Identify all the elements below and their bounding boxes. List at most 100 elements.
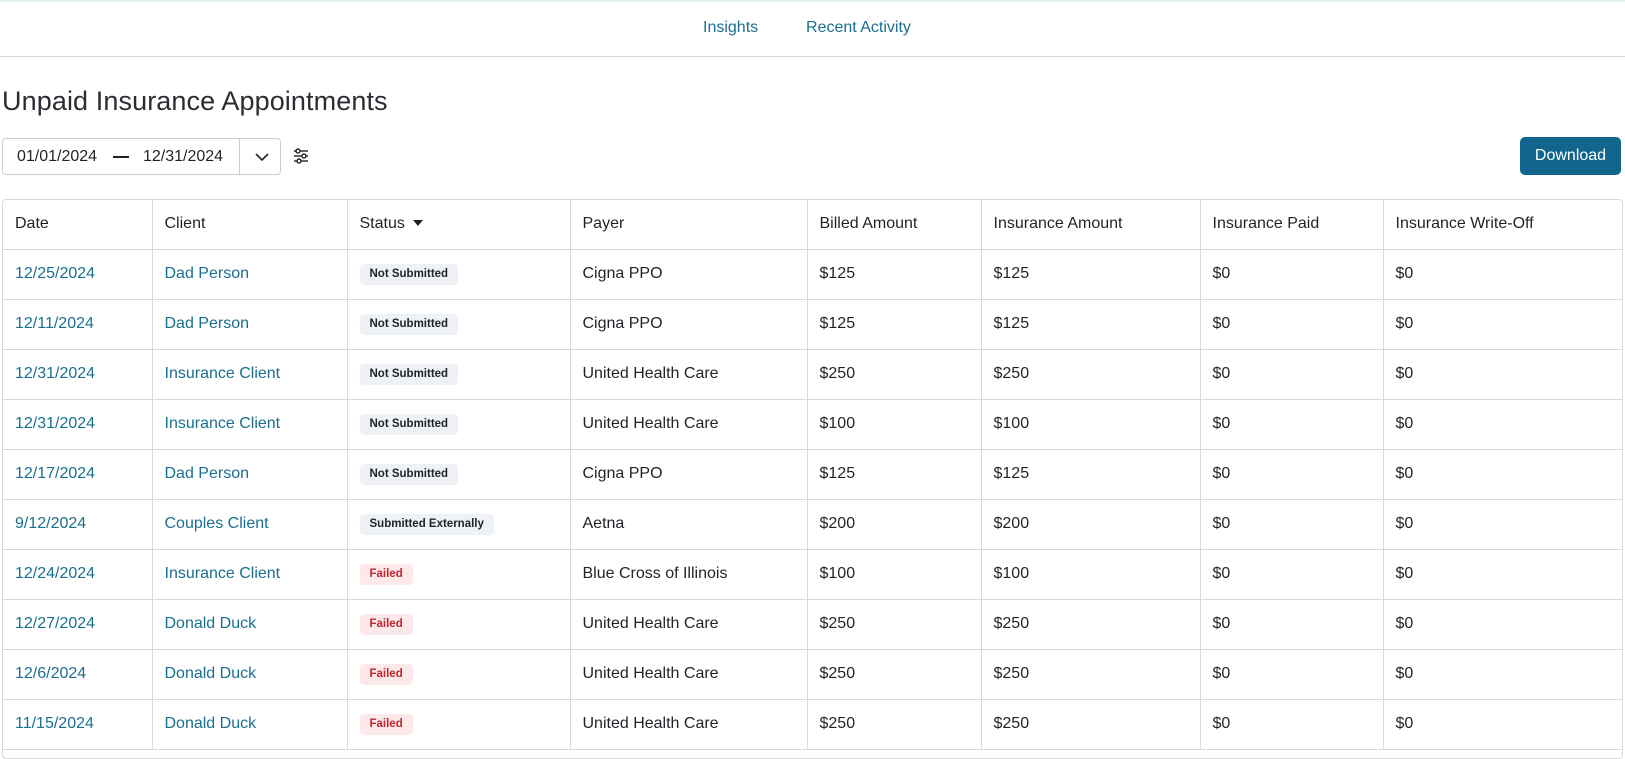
cell-payer: United Health Care — [570, 349, 808, 400]
cell-insurance-amount: $100 — [981, 549, 1201, 600]
cell-client[interactable]: Dad Person — [152, 299, 348, 350]
appointments-table: Date Client Status Payer Billed Amount I… — [2, 199, 1623, 759]
cell-status: Submitted Externally — [347, 499, 571, 550]
cell-insurance-paid: $0 — [1200, 599, 1384, 650]
table-row[interactable]: 11/15/2024 Donald Duck Failed United Health… — [3, 699, 1622, 750]
cell-insurance-amount: $250 — [981, 599, 1201, 650]
cell-insurance-amount: $250 — [981, 349, 1201, 400]
cell-insurance-write-off: $0 — [1383, 399, 1622, 450]
cell-insurance-write-off: $0 — [1383, 299, 1622, 350]
date-range-end[interactable]: 12/31/2024 — [143, 148, 223, 166]
column-header-status[interactable]: Status — [347, 200, 571, 250]
cell-insurance-write-off: $0 — [1383, 499, 1622, 550]
status-badge: Failed — [359, 713, 413, 735]
cell-payer: United Health Care — [570, 699, 808, 750]
cell-insurance-paid: $0 — [1200, 549, 1384, 600]
table-row[interactable]: 12/31/2024 Insurance Client Not Submitted U… — [3, 399, 1622, 450]
column-header-insurance-paid[interactable]: Insurance Paid — [1200, 200, 1384, 250]
cell-date[interactable]: 12/31/2024 — [3, 399, 153, 450]
cell-payer: Cigna PPO — [570, 299, 808, 350]
cell-insurance-amount: $125 — [981, 449, 1201, 500]
cell-billed-amount: $200 — [807, 499, 982, 550]
cell-insurance-paid: $0 — [1200, 399, 1384, 450]
cell-billed-amount: $250 — [807, 599, 982, 650]
cell-date[interactable]: 12/27/2024 — [3, 599, 153, 650]
cell-client[interactable]: Dad Person — [152, 449, 348, 500]
status-badge: Not Submitted — [359, 413, 459, 435]
cell-billed-amount: $250 — [807, 699, 982, 750]
date-range-divider — [239, 139, 240, 174]
status-badge: Not Submitted — [359, 363, 459, 385]
cell-client[interactable]: Donald Duck — [152, 699, 348, 750]
cell-insurance-paid: $0 — [1200, 699, 1384, 750]
table-row[interactable]: 12/24/2024 Insurance Client Failed Blue Cro… — [3, 549, 1622, 600]
table-row[interactable]: 12/6/2024 Donald Duck Failed United Health … — [3, 649, 1622, 700]
date-range-picker[interactable]: 01/01/2024 12/31/2024 — [2, 138, 281, 175]
cell-client[interactable]: Donald Duck — [152, 599, 348, 650]
cell-client[interactable]: Insurance Client — [152, 349, 348, 400]
cell-client[interactable]: Insurance Client — [152, 549, 348, 600]
cell-date[interactable]: 12/11/2024 — [3, 299, 153, 350]
cell-insurance-amount: $250 — [981, 649, 1201, 700]
table-row[interactable]: 12/17/2024 Dad Person Not Submitted Cigna P… — [3, 449, 1622, 500]
column-header-date[interactable]: Date — [3, 200, 153, 250]
table-row[interactable]: 12/31/2024 Insurance Client Not Submitted U… — [3, 349, 1622, 400]
cell-insurance-write-off: $0 — [1383, 449, 1622, 500]
download-button[interactable]: Download — [1520, 137, 1621, 175]
cell-billed-amount: $125 — [807, 249, 982, 300]
tab-recent-activity[interactable]: Recent Activity — [806, 19, 911, 37]
table-row[interactable]: 12/27/2024 Donald Duck Failed United Health… — [3, 599, 1622, 650]
cell-status: Failed — [347, 699, 571, 750]
column-header-status-label: Status — [359, 215, 405, 233]
table-row[interactable]: 9/12/2024 Couples Client Submitted Externa… — [3, 499, 1622, 550]
table-row[interactable]: 12/25/2024 Dad Person Not Submitted Cigna P… — [3, 249, 1622, 300]
cell-billed-amount: $125 — [807, 449, 982, 500]
cell-client[interactable]: Donald Duck — [152, 649, 348, 700]
column-header-insurance-write-off[interactable]: Insurance Write-Off — [1383, 200, 1622, 250]
cell-insurance-write-off: $0 — [1383, 599, 1622, 650]
chevron-down-icon[interactable] — [253, 149, 271, 165]
date-range-start[interactable]: 01/01/2024 — [17, 148, 97, 166]
table-header-row: Date Client Status Payer Billed Amount I… — [3, 200, 1622, 250]
column-header-payer[interactable]: Payer — [570, 200, 808, 250]
column-header-billed-amount[interactable]: Billed Amount — [807, 200, 982, 250]
cell-insurance-amount: $200 — [981, 499, 1201, 550]
cell-date[interactable]: 12/6/2024 — [3, 649, 153, 700]
cell-insurance-write-off: $0 — [1383, 699, 1622, 750]
status-badge: Failed — [359, 663, 413, 685]
cell-date[interactable]: 11/15/2024 — [3, 699, 153, 750]
tab-insights[interactable]: Insights — [703, 19, 758, 37]
cell-status: Not Submitted — [347, 249, 571, 300]
cell-insurance-paid: $0 — [1200, 449, 1384, 500]
cell-insurance-amount: $250 — [981, 699, 1201, 750]
cell-date[interactable]: 12/31/2024 — [3, 349, 153, 400]
cell-insurance-amount: $125 — [981, 299, 1201, 350]
filter-settings-icon[interactable] — [292, 147, 310, 165]
status-badge: Submitted Externally — [359, 513, 494, 535]
cell-status: Not Submitted — [347, 449, 571, 500]
cell-date[interactable]: 12/25/2024 — [3, 249, 153, 300]
cell-insurance-write-off: $0 — [1383, 649, 1622, 700]
cell-billed-amount: $250 — [807, 349, 982, 400]
cell-client[interactable]: Insurance Client — [152, 399, 348, 450]
top-nav: Insights Recent Activity — [0, 0, 1625, 57]
cell-client[interactable]: Couples Client — [152, 499, 348, 550]
table-row[interactable]: 12/11/2024 Dad Person Not Submitted Cigna P… — [3, 299, 1622, 350]
cell-date[interactable]: 12/17/2024 — [3, 449, 153, 500]
page-title: Unpaid Insurance Appointments — [2, 86, 388, 116]
column-header-client[interactable]: Client — [152, 200, 348, 250]
cell-payer: Blue Cross of Illinois — [570, 549, 808, 600]
column-header-insurance-amount[interactable]: Insurance Amount — [981, 200, 1201, 250]
cell-date[interactable]: 9/12/2024 — [3, 499, 153, 550]
cell-insurance-write-off: $0 — [1383, 349, 1622, 400]
cell-client[interactable]: Dad Person — [152, 249, 348, 300]
cell-insurance-paid: $0 — [1200, 249, 1384, 300]
cell-payer: Cigna PPO — [570, 249, 808, 300]
cell-payer: Aetna — [570, 499, 808, 550]
cell-date[interactable]: 12/24/2024 — [3, 549, 153, 600]
cell-insurance-amount: $100 — [981, 399, 1201, 450]
cell-billed-amount: $125 — [807, 299, 982, 350]
cell-insurance-paid: $0 — [1200, 349, 1384, 400]
status-badge: Failed — [359, 613, 413, 635]
sort-desc-icon[interactable] — [412, 220, 423, 227]
